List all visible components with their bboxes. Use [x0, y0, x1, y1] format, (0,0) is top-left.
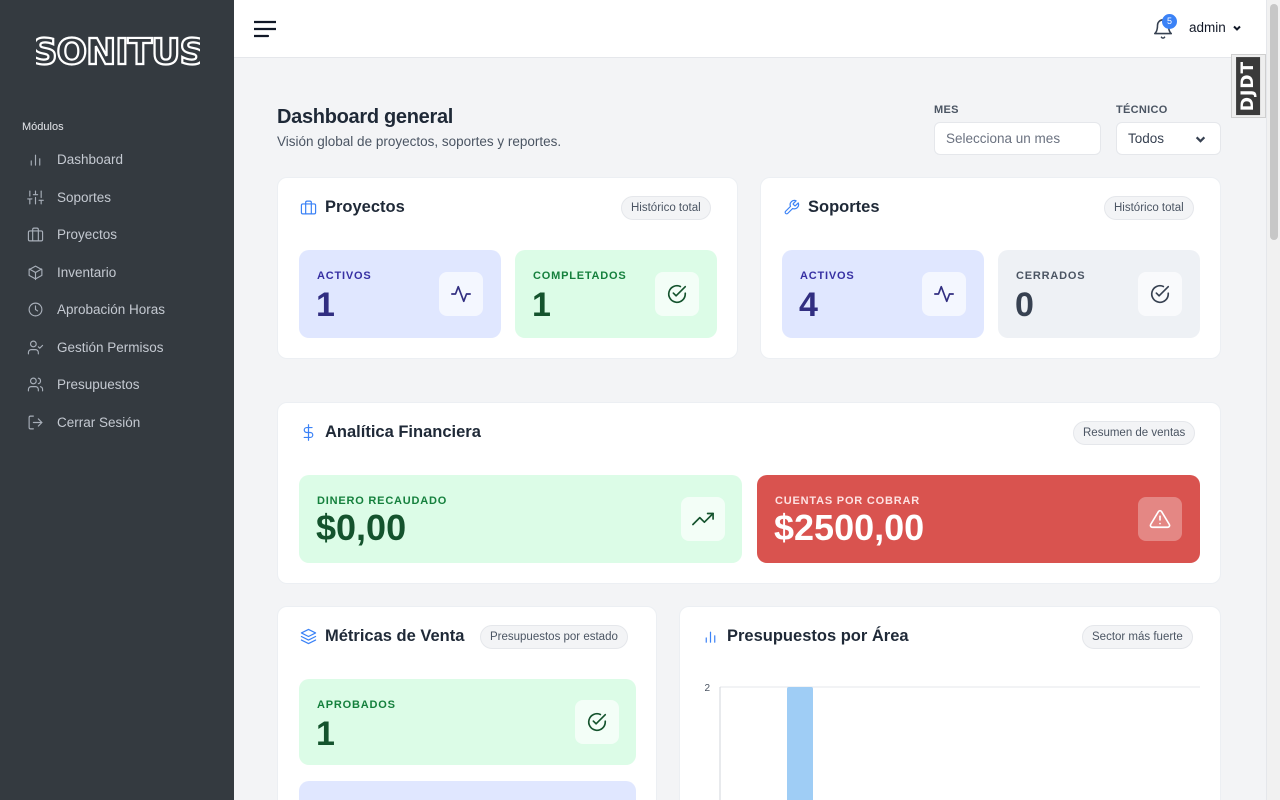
alert-triangle-icon [1138, 497, 1182, 541]
sidebar-item-aprobacion-horas[interactable]: Aprobación Horas [0, 291, 234, 329]
page-title: Dashboard general [277, 106, 454, 128]
stat-label: CUENTAS POR COBRAR [775, 495, 920, 507]
stat-label: ACTIVOS [800, 270, 855, 282]
activity-icon [922, 272, 966, 316]
sidebar-item-presupuestos[interactable]: Presupuestos [0, 366, 234, 404]
month-filter-label: MES [934, 104, 959, 116]
stat-label: CERRADOS [1016, 270, 1086, 282]
stat-value: 0 [1015, 286, 1034, 324]
sidebar-item-label: Cerrar Sesión [57, 414, 141, 430]
scrollbar-thumb[interactable] [1270, 4, 1278, 240]
sidebar-item-label: Gestión Permisos [57, 339, 164, 355]
cuentas-por-cobrar-stat: CUENTAS POR COBRAR $2500,00 [757, 475, 1200, 563]
soportes-pill: Histórico total [1104, 196, 1194, 220]
sidebar-section-label: Módulos [22, 121, 64, 133]
sidebar-item-inventario[interactable]: Inventario [0, 254, 234, 292]
svg-text:SONITUS: SONITUS [36, 32, 200, 72]
brand-logo[interactable]: SONITUS [36, 28, 200, 72]
topbar: 5 admin [234, 0, 1266, 58]
check-circle-icon [1138, 272, 1182, 316]
sliders-icon [26, 188, 44, 206]
sidebar-item-label: Presupuestos [57, 377, 140, 393]
notification-badge: 5 [1162, 14, 1177, 29]
finanzas-pill: Resumen de ventas [1073, 421, 1196, 445]
sidebar-item-label: Soportes [57, 189, 112, 205]
chart-bar[interactable] [787, 687, 813, 800]
stat-value: $0,00 [316, 507, 407, 548]
proyectos-completados-stat: COMPLETADOS 1 [515, 250, 717, 338]
sidebar-nav: Dashboard Soportes Proyectos Inventario … [0, 141, 234, 441]
page-subtitle: Visión global de proyectos, soportes y r… [277, 134, 562, 149]
briefcase-icon [300, 200, 317, 215]
clock-icon [26, 301, 44, 319]
page-scrollbar[interactable] [1266, 0, 1280, 800]
sidebar-item-proyectos[interactable]: Proyectos [0, 216, 234, 254]
soportes-card-title: Soportes [783, 198, 880, 217]
proyectos-pill: Histórico total [621, 196, 711, 220]
sidebar-item-gestion-permisos[interactable]: Gestión Permisos [0, 329, 234, 367]
stat-value: 1 [532, 286, 551, 324]
next-stat-partial [299, 781, 636, 800]
chevron-down-icon [1233, 25, 1241, 31]
metricas-card-title: Métricas de Venta [300, 627, 464, 646]
sidebar: SONITUS Módulos Dashboard Soportes Proye… [0, 0, 234, 800]
stat-value: 4 [799, 286, 818, 324]
briefcase-icon [26, 226, 44, 244]
sidebar-item-label: Inventario [57, 264, 117, 280]
presupuestos-area-pill: Sector más fuerte [1082, 625, 1193, 649]
sidebar-item-cerrar-sesion[interactable]: Cerrar Sesión [0, 404, 234, 442]
technician-filter-select[interactable]: Todos [1116, 122, 1221, 155]
proyectos-card-title: Proyectos [300, 198, 405, 217]
proyectos-activos-stat: ACTIVOS 1 [299, 250, 501, 338]
trending-up-icon [681, 497, 725, 541]
stat-label: COMPLETADOS [533, 270, 627, 282]
sidebar-item-label: Dashboard [57, 152, 124, 168]
aprobados-stat: APROBADOS 1 [299, 679, 636, 765]
sidebar-item-soportes[interactable]: Soportes [0, 179, 234, 217]
stat-value: 1 [316, 286, 335, 324]
presupuestos-area-chart: 2 [704, 683, 1200, 800]
soportes-activos-stat: ACTIVOS 4 [782, 250, 984, 338]
user-menu[interactable]: admin [1189, 20, 1242, 35]
soportes-cerrados-stat: CERRADOS 0 [998, 250, 1200, 338]
stat-label: DINERO RECAUDADO [317, 495, 448, 507]
finanzas-card-title: Analítica Financiera [300, 423, 481, 442]
month-filter-input[interactable]: Selecciona un mes [934, 122, 1101, 155]
menu-toggle-icon[interactable] [254, 19, 276, 39]
sidebar-item-label: Aprobación Horas [57, 302, 166, 318]
debug-toolbar-label: DJDT [1236, 56, 1261, 116]
sidebar-item-label: Proyectos [57, 227, 118, 243]
sidebar-item-dashboard[interactable]: Dashboard [0, 141, 234, 179]
wrench-icon [784, 199, 800, 215]
username: admin [1189, 20, 1226, 35]
activity-icon [439, 272, 483, 316]
bar-chart-icon [26, 151, 44, 169]
dollar-icon [303, 424, 314, 441]
check-circle-icon [575, 700, 619, 744]
dinero-recaudado-stat: DINERO RECAUDADO $0,00 [299, 475, 742, 563]
technician-filter-value: Todos [1128, 131, 1165, 146]
technician-filter-label: TÉCNICO [1116, 104, 1168, 116]
users-icon [26, 376, 44, 394]
debug-toolbar-handle[interactable]: DJDT [1231, 54, 1266, 118]
layers-icon [300, 628, 317, 645]
stat-value: $2500,00 [774, 507, 925, 548]
logout-icon [26, 413, 44, 431]
stat-label: APROBADOS [317, 699, 396, 711]
stat-label: ACTIVOS [317, 270, 372, 282]
check-circle-icon [655, 272, 699, 316]
y-tick-label: 2 [704, 683, 710, 694]
bar-chart-icon [705, 631, 716, 643]
user-check-icon [26, 338, 44, 356]
stat-value: 1 [316, 715, 335, 753]
box-icon [26, 263, 44, 281]
metricas-pill: Presupuestos por estado [480, 625, 628, 649]
presupuestos-area-card-title: Presupuestos por Área [702, 627, 909, 646]
chevron-down-icon [1195, 136, 1206, 143]
